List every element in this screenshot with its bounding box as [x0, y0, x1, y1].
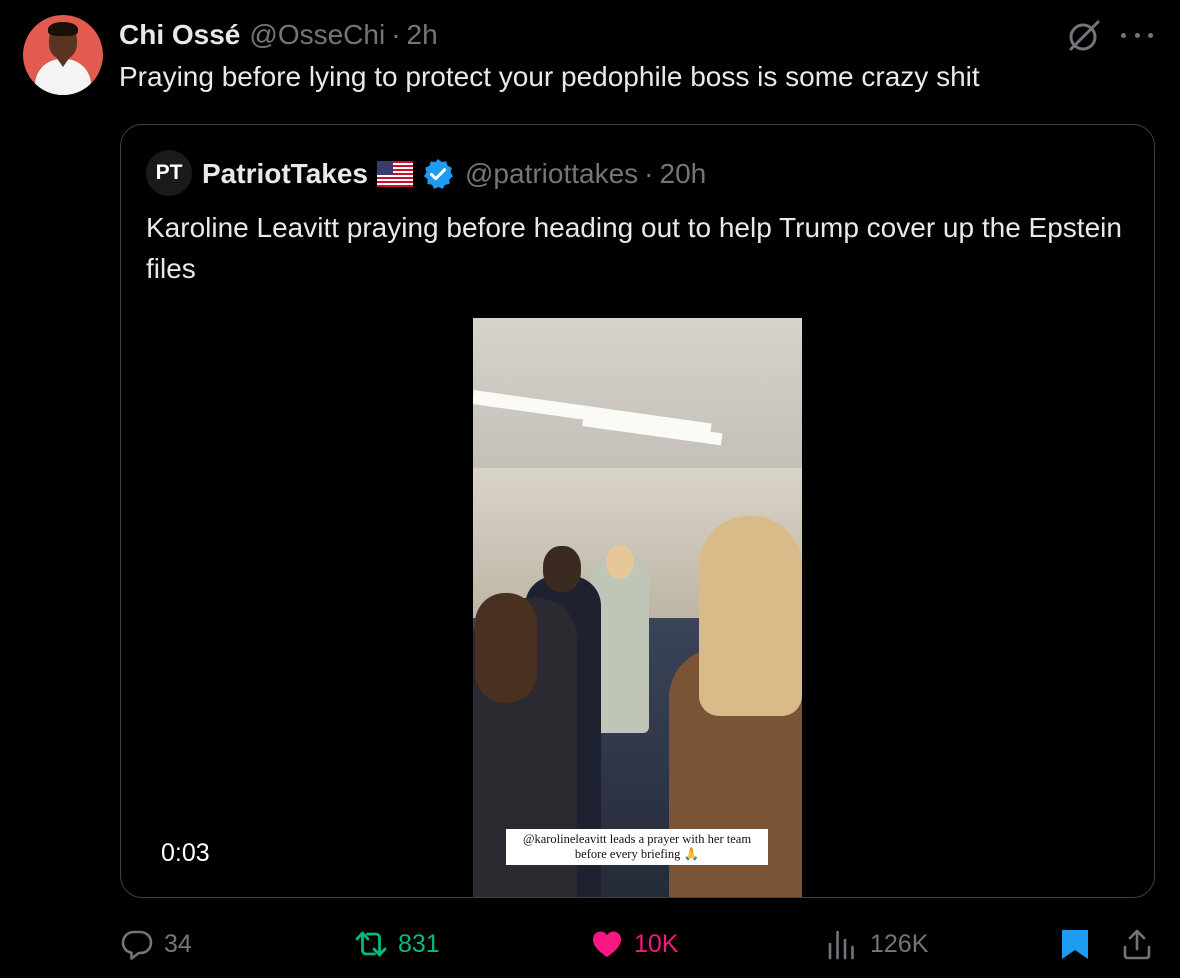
- separator: ·: [644, 158, 654, 189]
- video-caption-line: before every briefing 🙏: [574, 847, 700, 861]
- reply-button[interactable]: 34: [120, 920, 192, 968]
- video-caption-line: @karolineleavitt leads a prayer with her…: [522, 832, 752, 846]
- quote-author-name[interactable]: PatriotTakes: [202, 158, 368, 190]
- share-button[interactable]: [1120, 920, 1154, 968]
- video-person-head: [543, 546, 581, 592]
- author-name[interactable]: Chi Ossé: [119, 19, 240, 51]
- separator: ·: [391, 19, 401, 50]
- views-icon: [828, 930, 854, 960]
- video-person-hair: [475, 593, 537, 703]
- share-icon: [1123, 929, 1151, 960]
- video-ceiling: [473, 318, 802, 468]
- verified-icon: [424, 159, 453, 189]
- author-handle[interactable]: @OsseChi: [249, 19, 385, 51]
- quote-author-handle[interactable]: @patriottakes: [465, 158, 638, 190]
- avatar-hair: [48, 22, 78, 36]
- reply-icon: [121, 930, 153, 960]
- like-button[interactable]: 10K: [590, 920, 678, 968]
- quote-header: PatriotTakes @patriottakes · 20h: [202, 155, 706, 193]
- reply-count: 34: [164, 929, 192, 958]
- more-dot: [1148, 32, 1153, 38]
- retweet-button[interactable]: 831: [354, 920, 440, 968]
- tweet-header: Chi Ossé @OsseChi · 2h: [119, 17, 438, 53]
- bookmark-icon: [1062, 930, 1088, 959]
- quote-avatar[interactable]: PT: [146, 150, 192, 196]
- retweet-icon: [355, 931, 387, 957]
- views-count: 126K: [870, 929, 929, 958]
- video-player[interactable]: @karolineleavitt leads a prayer with her…: [473, 318, 802, 897]
- tweet-time[interactable]: 2h: [407, 19, 438, 51]
- bookmark-button[interactable]: [1058, 920, 1092, 968]
- author-avatar[interactable]: [23, 15, 103, 95]
- quote-tweet-card[interactable]: PT PatriotTakes @patriottakes · 20h Karo…: [120, 124, 1155, 898]
- video-person-head: [606, 545, 634, 579]
- views-button[interactable]: 126K: [826, 920, 928, 968]
- tweet-text: Praying before lying to protect your ped…: [119, 61, 980, 92]
- quote-text: Karoline Leavitt praying before heading …: [146, 212, 1122, 284]
- more-dot: [1134, 32, 1140, 38]
- video-timestamp: 0:03: [161, 839, 210, 867]
- video-person-hair: [699, 516, 802, 716]
- grok-icon[interactable]: [1066, 18, 1102, 54]
- more-dot: [1121, 32, 1126, 38]
- like-count: 10K: [634, 929, 679, 958]
- video-caption: @karolineleavitt leads a prayer with her…: [506, 829, 768, 865]
- retweet-count: 831: [398, 929, 440, 958]
- like-icon: [593, 931, 621, 957]
- action-bar: 34 831 10K 126K: [0, 920, 1180, 968]
- flag-icon: [377, 161, 413, 187]
- quote-time[interactable]: 20h: [660, 158, 707, 190]
- more-icon[interactable]: [1121, 22, 1153, 48]
